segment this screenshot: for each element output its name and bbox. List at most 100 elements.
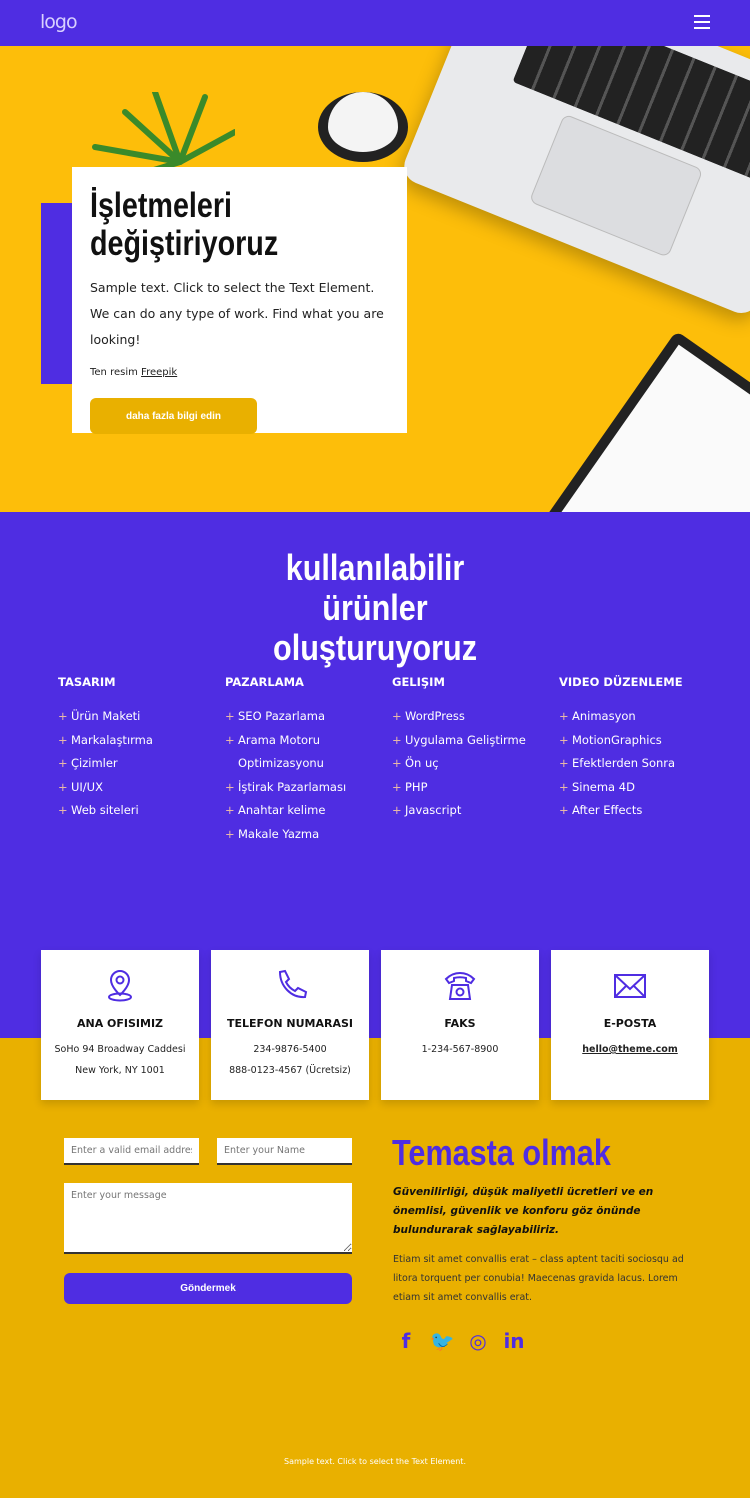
contact-card: FAKS 1-234-567-8900 xyxy=(381,950,539,1100)
service-item[interactable]: + After Effects xyxy=(559,799,719,823)
logo[interactable]: logo xyxy=(40,11,78,33)
service-column: TASARIM + Ürün Maketi + Markalaştırma + Çiziml… xyxy=(58,675,218,823)
service-item-label: Sinema 4D xyxy=(572,779,635,794)
social-links: f 🐦 ◎ in xyxy=(395,1329,525,1353)
plus-icon: + xyxy=(392,732,402,747)
laptop-image xyxy=(398,46,750,319)
service-item[interactable]: + Sinema 4D xyxy=(559,776,719,800)
service-item-label: After Effects xyxy=(572,803,643,817)
contact-body: Etiam sit amet convallis erat – class ap… xyxy=(393,1254,684,1303)
plus-icon: + xyxy=(58,779,68,794)
plus-icon: + xyxy=(392,756,402,770)
map-pin-icon xyxy=(108,969,132,1002)
service-item-label: Çizimler xyxy=(71,756,118,770)
plus-icon: + xyxy=(58,803,68,817)
service-item[interactable]: + Anahtar kelime xyxy=(225,799,385,823)
twitter-icon[interactable]: 🐦 xyxy=(430,1329,455,1353)
service-item[interactable]: + Efektlerden Sonra xyxy=(559,752,719,776)
service-item[interactable]: + SEO Pazarlama xyxy=(225,705,385,729)
service-item[interactable]: + PHP xyxy=(392,776,552,800)
hero-text: Sample text. Click to select the Text El… xyxy=(90,280,384,347)
service-item-label: Animasyon xyxy=(572,709,636,723)
plus-icon: + xyxy=(392,779,402,794)
submit-button[interactable]: Göndermek xyxy=(64,1273,352,1304)
service-column: VIDEO DÜZENLEME + Animasyon + MotionGraphics… xyxy=(559,675,719,823)
mail-icon xyxy=(614,974,646,998)
service-item[interactable]: + Markalaştırma xyxy=(58,729,218,753)
service-item-label: Anahtar kelime xyxy=(238,803,326,817)
phone-icon xyxy=(278,969,308,999)
decorative-bar xyxy=(41,203,73,384)
instagram-icon[interactable]: ◎ xyxy=(467,1329,489,1353)
service-item[interactable]: + MotionGraphics xyxy=(559,729,719,753)
contact-title: Temasta olmak xyxy=(392,1132,611,1173)
service-item[interactable]: + Arama Motoru Optimizasyonu xyxy=(225,729,385,776)
plus-icon: + xyxy=(392,803,402,817)
card-title: ANA OFISIMIZ xyxy=(76,1017,164,1030)
card-title: TELEFON NUMARASI xyxy=(226,1017,354,1030)
services-title-text: kullanılabilir ürünler oluşturuyoruz xyxy=(273,547,477,668)
plus-icon: + xyxy=(225,826,235,841)
service-item[interactable]: + Ürün Maketi xyxy=(58,705,218,729)
telephone-icon xyxy=(444,972,476,1000)
freepik-link[interactable]: Freepik xyxy=(141,367,177,378)
image-credit: Ten resim Freepik xyxy=(90,367,389,378)
service-item-label: Ürün Maketi xyxy=(71,709,141,723)
email-input[interactable] xyxy=(64,1138,199,1165)
email-link[interactable]: hello@theme.com xyxy=(582,1044,678,1055)
card-title: FAKS xyxy=(444,1017,476,1030)
plus-icon: + xyxy=(559,779,569,794)
hero-card: İşletmeleri değiştiriyoruz Sample text. … xyxy=(72,167,407,434)
plus-icon: + xyxy=(58,709,68,723)
service-item-label: PHP xyxy=(405,779,428,794)
service-item-label: Uygulama Geliştirme xyxy=(405,732,526,747)
hamburger-icon[interactable] xyxy=(694,15,710,29)
service-item[interactable]: + Çizimler xyxy=(58,752,218,776)
service-item-label: Markalaştırma xyxy=(71,732,153,747)
service-item[interactable]: + Javascript xyxy=(392,799,552,823)
card-line: SoHo 94 Broadway Caddesi xyxy=(54,1044,186,1055)
service-item[interactable]: + Uygulama Geliştirme xyxy=(392,729,552,753)
contact-lead: Güvenilirliği, düşük maliyetli ücretleri… xyxy=(393,1186,654,1236)
linkedin-icon[interactable]: in xyxy=(503,1329,525,1353)
service-item-label: WordPress xyxy=(405,709,465,723)
service-item-label: SEO Pazarlama xyxy=(238,709,326,723)
service-item[interactable]: + Web siteleri xyxy=(58,799,218,823)
name-input[interactable] xyxy=(217,1138,352,1165)
facebook-icon[interactable]: f xyxy=(395,1329,417,1353)
service-item[interactable]: + Animasyon xyxy=(559,705,719,729)
plus-icon: + xyxy=(559,803,569,817)
credit-prefix: Ten resim xyxy=(90,367,138,378)
services-title: kullanılabilir ürünler oluşturuyoruz xyxy=(56,548,694,668)
service-column: PAZARLAMA + SEO Pazarlama + Arama Motoru Opt… xyxy=(225,675,385,846)
hero-title: İşletmeleri değiştiriyoruz xyxy=(90,186,279,263)
service-item-label: Web siteleri xyxy=(71,803,139,817)
service-item-label: Javascript xyxy=(405,803,462,817)
contact-card: ANA OFISIMIZ SoHo 94 Broadway Caddesi New … xyxy=(41,950,199,1100)
contact-card: E-POSTA hello@theme.com xyxy=(551,950,709,1100)
service-column: GELIŞIM + WordPress + Uygulama Geliştirme + Ön… xyxy=(392,675,552,823)
card-line: 1-234-567-8900 xyxy=(421,1044,499,1055)
learn-more-button[interactable]: daha fazla bilgi edin xyxy=(90,398,257,434)
column-heading: VIDEO DÜZENLEME xyxy=(559,675,683,689)
service-item[interactable]: + UI/UX xyxy=(58,776,218,800)
plus-icon: + xyxy=(225,732,235,747)
plus-icon: + xyxy=(225,709,235,723)
message-input[interactable] xyxy=(64,1183,352,1254)
card-title: E-POSTA xyxy=(603,1017,657,1030)
service-item-label: Ön uç xyxy=(405,756,439,770)
footer-text: Sample text. Click to select the Text El… xyxy=(284,1457,466,1466)
service-item-label: Arama Motoru Optimizasyonu xyxy=(238,732,324,771)
contact-card: TELEFON NUMARASI 234-9876-5400 888-0123-45… xyxy=(211,950,369,1100)
service-item[interactable]: + İştirak Pazarlaması xyxy=(225,776,385,800)
service-item[interactable]: + WordPress xyxy=(392,705,552,729)
hero-section: İşletmeleri değiştiriyoruz Sample text. … xyxy=(0,46,750,512)
column-heading: TASARIM xyxy=(58,675,116,689)
service-item[interactable]: + Makale Yazma xyxy=(225,823,385,847)
card-line: 888-0123-4567 (Ücretsiz) xyxy=(229,1064,351,1076)
plus-icon: + xyxy=(559,756,569,770)
clipboard-image xyxy=(527,330,750,512)
service-item[interactable]: + Ön uç xyxy=(392,752,552,776)
plus-icon: + xyxy=(559,732,569,747)
plus-icon: + xyxy=(225,803,235,817)
